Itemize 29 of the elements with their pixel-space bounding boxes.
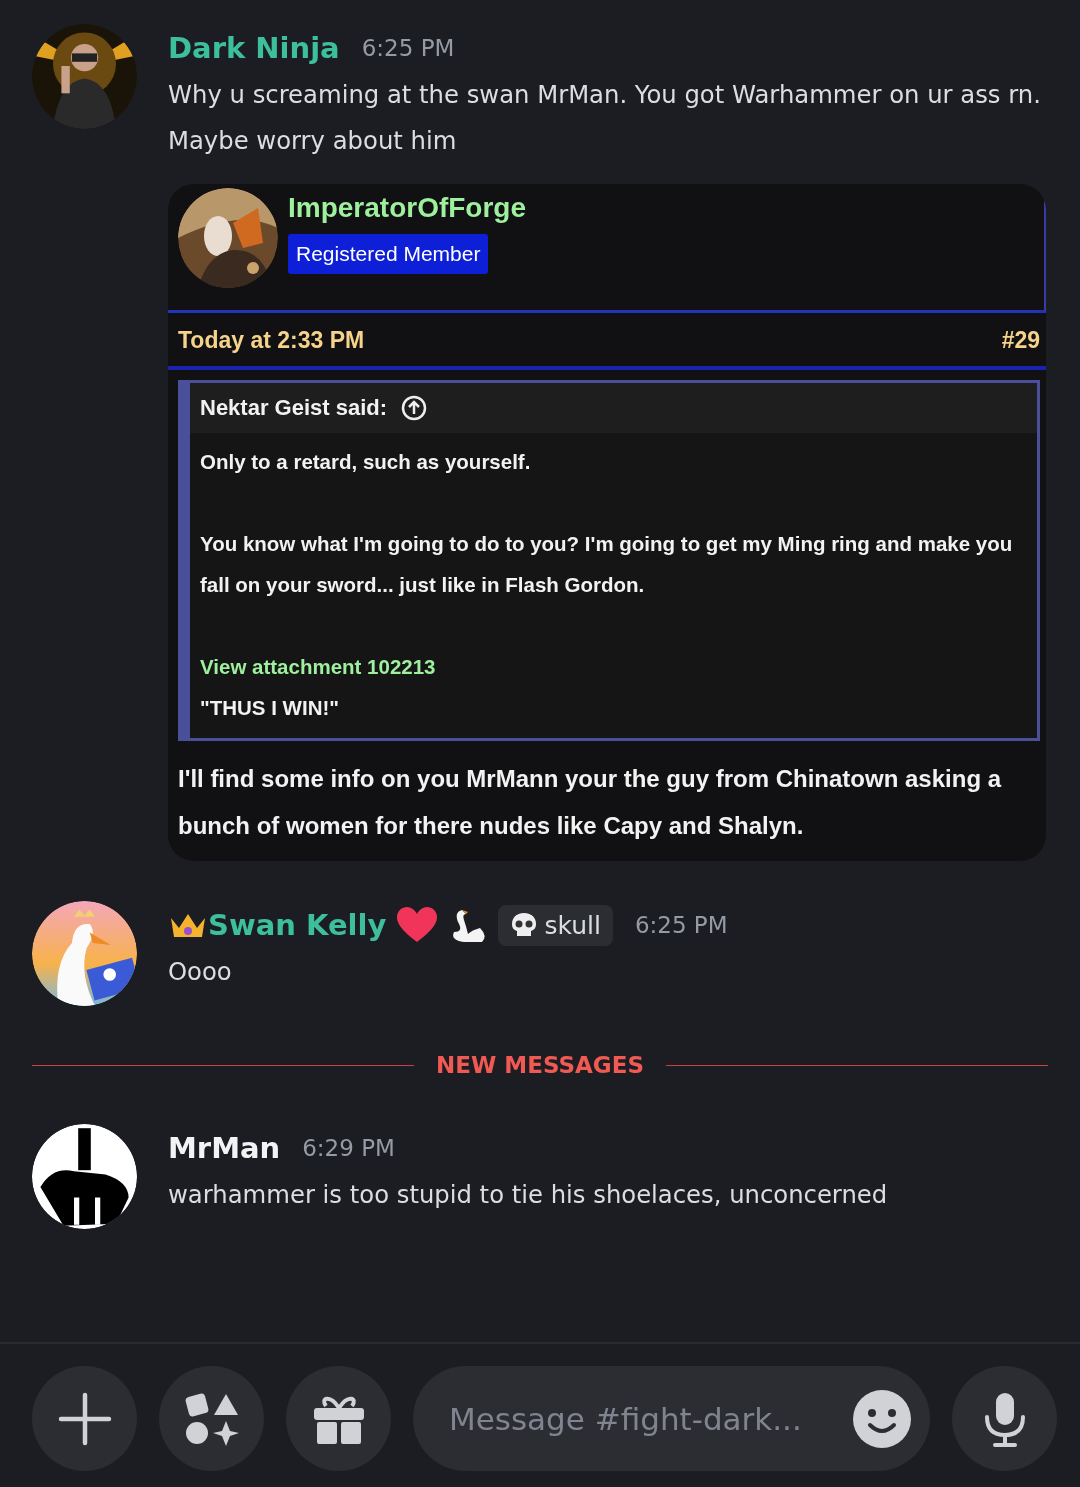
username[interactable]: MrMan — [168, 1131, 281, 1165]
post-text: I'll find some info on you MrMann your the guy from Chinatown asking a bunch of women for there nudes like Capy and Shalyn. — [177, 764, 1003, 841]
quote-author: Nektar Geist said: — [200, 395, 388, 421]
attachment-link[interactable]: View attachment 102213 — [200, 646, 1027, 687]
message-field[interactable]: Message #fight-dark... — [413, 1366, 930, 1471]
heart-icon — [396, 906, 439, 944]
message-text: warhammer is too stupid to tie his shoelaces, unconcerned — [168, 1179, 889, 1211]
timestamp: 6:25 PM — [634, 912, 728, 938]
post-author: ImperatorOfForge — [288, 192, 527, 224]
member-badge: Registered Member — [288, 234, 489, 274]
timestamp: 6:29 PM — [302, 1135, 395, 1161]
message-text: Why u screaming at the swan MrMan. You got Warhammer on ur ass rn. Maybe worry about him — [168, 79, 1042, 157]
message-input[interactable]: Message #fight-dark... — [447, 1399, 842, 1438]
username[interactable]: Dark Ninja — [168, 31, 340, 65]
skull-icon — [510, 911, 539, 939]
message-text: Oooo — [168, 956, 233, 988]
post-number: #29 — [1001, 327, 1040, 354]
emoji-icon[interactable] — [852, 1388, 912, 1449]
microphone-icon — [982, 1390, 1027, 1447]
arrow-up-icon — [401, 395, 428, 421]
username[interactable]: Swan Kelly — [208, 908, 387, 942]
quote-caption: "THUS I WIN!" — [200, 696, 339, 719]
new-messages-label: NEW MESSAGES — [436, 1052, 644, 1078]
tag-label: skull — [544, 910, 601, 940]
plus-icon — [57, 1391, 112, 1446]
post-date: Today at 2:33 PM — [178, 327, 365, 354]
quote-text: You know what I'm going to do to you? I'm going to get my Ming ring and make you fall on your sword... just like in Flash Gordon. — [200, 531, 1014, 598]
quote-text: Only to a retard, such as yourself. — [200, 449, 532, 475]
timestamp: 6:25 PM — [361, 35, 455, 61]
